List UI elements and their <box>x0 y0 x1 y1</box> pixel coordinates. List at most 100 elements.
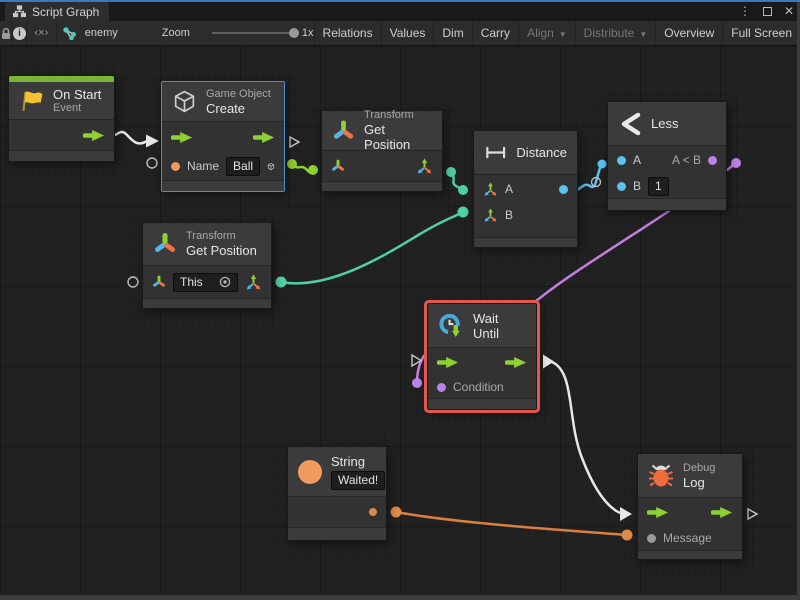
wire-dot <box>287 159 297 169</box>
node-wait-until[interactable]: Wait Until Condition <box>427 303 537 410</box>
node-get-position-this[interactable]: Transform Get Position This <box>142 222 272 309</box>
node-distance[interactable]: Distance A B <box>473 130 578 248</box>
flow-connector-triangle[interactable] <box>290 137 299 147</box>
overview-button[interactable]: Overview <box>656 21 723 45</box>
less-b-input-port[interactable] <box>617 182 626 191</box>
debug-log-message-row: Message <box>638 526 742 550</box>
port-b-label: B <box>505 208 513 222</box>
wire-arrowhead-debuglog-in <box>620 507 632 521</box>
vector3-input-port[interactable] <box>483 182 498 197</box>
values-button[interactable]: Values <box>382 21 435 45</box>
transform-input-port[interactable] <box>152 275 166 289</box>
transform-input-port[interactable] <box>331 159 345 173</box>
less-b-value-field[interactable]: 1 <box>648 177 669 196</box>
on-start-flow-row <box>9 120 114 150</box>
flow-input-port[interactable] <box>647 506 669 519</box>
node-title: Get Position <box>186 243 257 258</box>
node-less[interactable]: Less A A < B B 1 <box>607 101 727 211</box>
wire-dot <box>458 185 468 195</box>
create-flow-row <box>162 122 284 152</box>
window-menu-icon[interactable]: ⋮ <box>739 4 751 18</box>
maximize-icon[interactable] <box>763 7 772 16</box>
vector3-output-port[interactable] <box>416 158 433 175</box>
wire-waituntil-to-debuglog[interactable] <box>552 362 620 513</box>
less-a-input-port[interactable] <box>617 156 626 165</box>
node-title: On Start <box>53 87 101 102</box>
inspect-button[interactable]: i <box>13 21 27 45</box>
wait-until-condition-row: Condition <box>428 376 536 398</box>
align-dropdown[interactable]: Align▼ <box>519 21 576 45</box>
carry-label: Carry <box>481 26 510 40</box>
lock-button[interactable] <box>0 21 13 45</box>
gameobject-cube-icon <box>172 89 197 114</box>
node-title: Get Position <box>364 122 432 152</box>
debug-log-flow-row <box>638 498 742 526</box>
less-output-port[interactable] <box>708 156 717 165</box>
carry-button[interactable]: Carry <box>473 21 519 45</box>
distance-a-row: A <box>474 175 577 203</box>
full-screen-button[interactable]: Full Screen <box>723 21 800 45</box>
name-value-field[interactable]: Ball <box>226 157 260 176</box>
tab-script-graph[interactable]: Script Graph <box>5 2 109 21</box>
flow-input-port[interactable] <box>171 131 193 144</box>
wire-dot <box>412 378 422 388</box>
wire-arrowhead-waituntil-out <box>543 355 554 369</box>
port-connector-ring[interactable] <box>128 277 138 287</box>
flow-output-port[interactable] <box>711 506 733 519</box>
vector3-output-port[interactable] <box>245 274 262 291</box>
less-output-label: A < B <box>672 153 701 167</box>
gameobject-output-port[interactable] <box>267 158 275 175</box>
dim-button[interactable]: Dim <box>434 21 472 45</box>
vector3-input-port[interactable] <box>483 208 498 223</box>
flow-input-port[interactable] <box>437 356 459 369</box>
wire-dot <box>598 160 607 169</box>
wire-getposition-this-to-distance-b[interactable] <box>281 212 463 283</box>
flow-connector-triangle[interactable] <box>748 509 757 519</box>
string-output-row <box>288 497 386 527</box>
wire-dot <box>308 165 318 175</box>
string-header: String Waited! <box>288 447 386 497</box>
node-string[interactable]: String Waited! <box>287 446 387 541</box>
less-b-row: B 1 <box>608 174 726 198</box>
node-subtitle: Event <box>53 102 101 115</box>
zoom-slider[interactable] <box>212 32 294 34</box>
chevron-down-icon: ▼ <box>639 30 647 39</box>
object-picker-icon[interactable] <box>219 276 231 288</box>
distance-output-port[interactable] <box>559 185 568 194</box>
node-on-start[interactable]: On Start Event <box>8 75 115 162</box>
wait-until-header: Wait Until <box>428 304 536 348</box>
name-input-port[interactable] <box>171 162 180 171</box>
relations-button[interactable]: Relations <box>315 21 382 45</box>
zoom-slider-handle[interactable] <box>289 28 299 38</box>
get-position-ports-row: This <box>143 266 271 298</box>
port-b-label: B <box>633 179 641 193</box>
condition-input-port[interactable] <box>437 383 446 392</box>
close-icon[interactable]: ✕ <box>784 4 794 18</box>
create-name-row: Name Ball <box>162 152 284 180</box>
node-debug-log[interactable]: Debug Log Message <box>637 453 743 560</box>
less-a-row: A A < B <box>608 146 726 174</box>
message-input-port[interactable] <box>647 534 656 543</box>
align-label: Align <box>527 26 554 40</box>
flow-output-port[interactable] <box>505 356 527 369</box>
string-output-port[interactable] <box>369 508 377 516</box>
node-title: Log <box>683 475 715 490</box>
string-value-field[interactable]: Waited! <box>331 471 385 490</box>
node-get-position-top[interactable]: Transform Get Position <box>321 110 443 192</box>
node-subtitle: Transform <box>364 109 432 122</box>
target-object-field[interactable]: This <box>173 273 238 292</box>
tab-title: Script Graph <box>32 5 99 19</box>
wire-string-to-message[interactable] <box>396 512 627 535</box>
wire-dot <box>276 277 287 288</box>
node-create-gameobject[interactable]: Game Object Create Name Ball <box>161 81 285 192</box>
node-title: Wait Until <box>473 311 526 341</box>
code-view-button[interactable]: ‹×› <box>27 21 57 45</box>
distribute-dropdown[interactable]: Distribute▼ <box>576 21 657 45</box>
port-connector-ring[interactable] <box>147 158 157 168</box>
bug-icon <box>648 462 674 489</box>
flow-output-port[interactable] <box>83 129 105 142</box>
node-footer <box>638 550 742 559</box>
port-a-label: A <box>633 153 641 167</box>
full-screen-label: Full Screen <box>731 26 792 40</box>
flow-output-port[interactable] <box>253 131 275 144</box>
